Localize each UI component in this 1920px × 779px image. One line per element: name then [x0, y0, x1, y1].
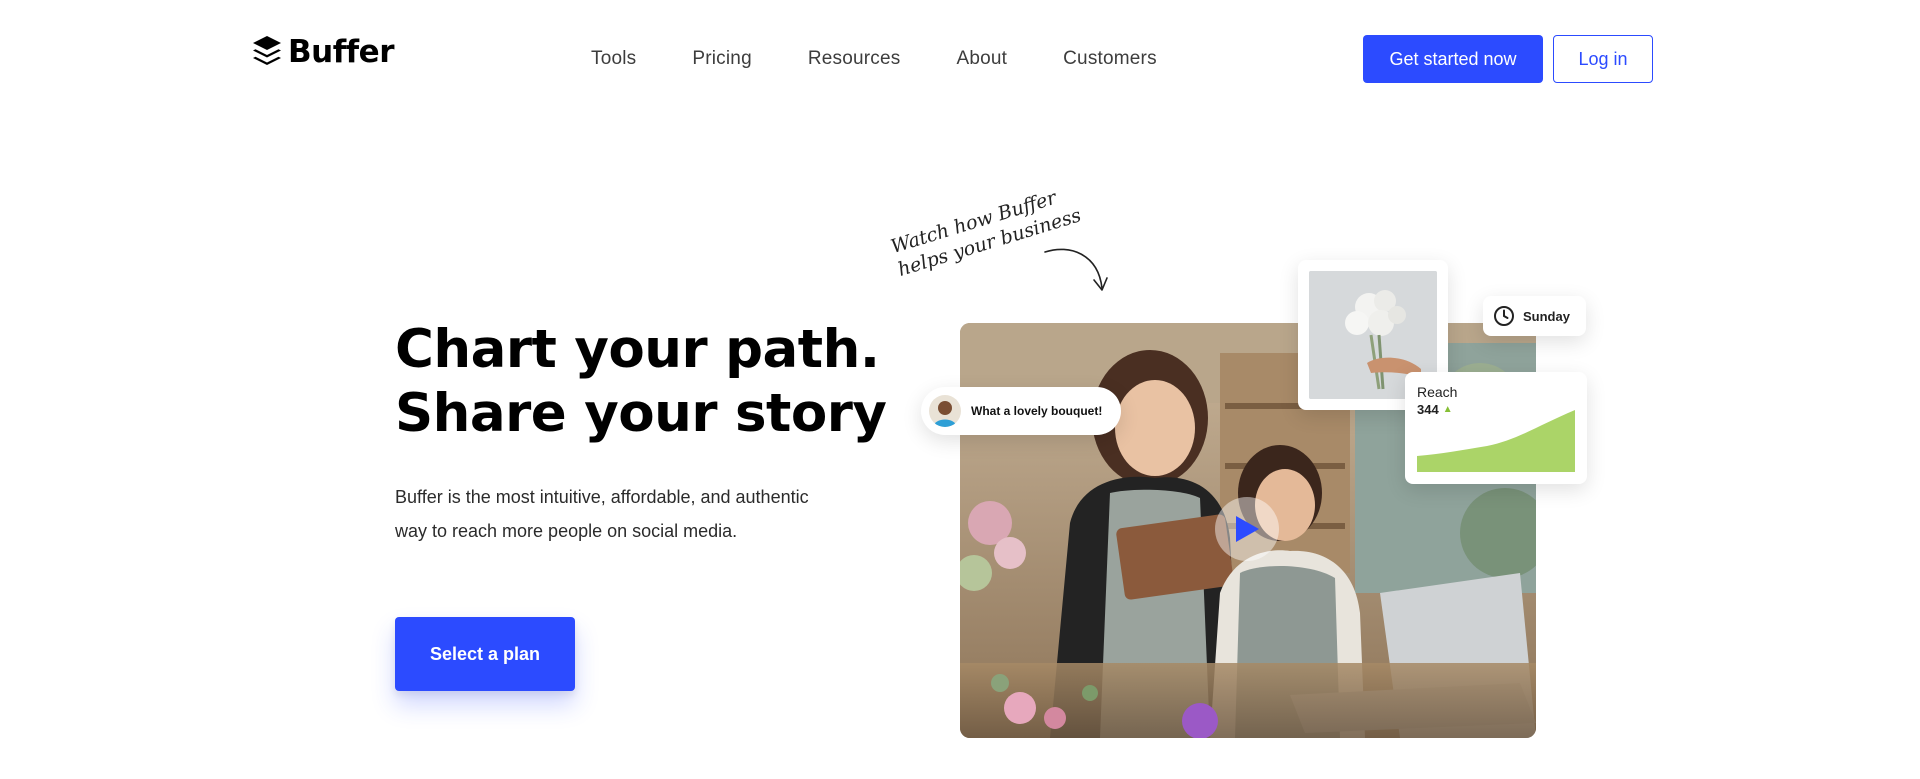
play-video-button[interactable]: [1215, 497, 1279, 561]
main-nav: Tools Pricing Resources About Customers: [591, 48, 1157, 70]
reach-area-chart: [1417, 410, 1575, 472]
play-icon: [1236, 516, 1259, 542]
schedule-day: Sunday: [1523, 308, 1570, 324]
nav-pricing[interactable]: Pricing: [692, 48, 751, 70]
hero-subtext: Buffer is the most intuitive, affordable…: [395, 487, 809, 541]
nav-tools[interactable]: Tools: [591, 48, 636, 70]
curved-arrow-icon: [1044, 248, 1108, 291]
headline-line-1: Chart your path.: [395, 319, 880, 380]
buffer-logo-icon: [253, 36, 281, 65]
reach-label: Reach: [1417, 384, 1458, 400]
avatar: [929, 395, 961, 427]
log-in-button[interactable]: Log in: [1553, 35, 1653, 83]
nav-about[interactable]: About: [956, 48, 1007, 70]
comment-bubble: What a lovely bouquet!: [921, 387, 1121, 435]
comment-text: What a lovely bouquet!: [971, 404, 1103, 418]
logo-wordmark: Buffer: [288, 34, 394, 70]
headline-line-2: Share your story: [395, 383, 887, 444]
get-started-button[interactable]: Get started now: [1363, 35, 1543, 83]
clock-icon: [1494, 306, 1514, 326]
hero-headline: Chart your path. Share your story: [395, 318, 887, 446]
site-header: Buffer Tools Pricing Resources About Cus…: [0, 0, 1920, 118]
buffer-logo[interactable]: Buffer: [252, 34, 394, 70]
select-plan-button[interactable]: Select a plan: [395, 617, 575, 691]
reach-card: Reach 344 ▲: [1405, 372, 1587, 484]
schedule-card: Sunday: [1483, 296, 1586, 336]
nav-resources[interactable]: Resources: [808, 48, 901, 70]
nav-customers[interactable]: Customers: [1063, 48, 1157, 70]
